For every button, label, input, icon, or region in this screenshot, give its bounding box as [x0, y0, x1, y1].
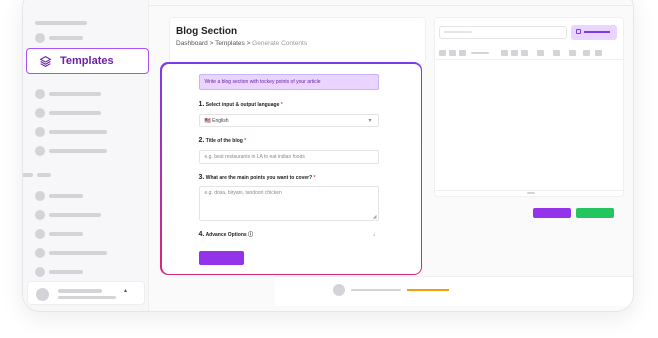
sidebar: Templates ▴ — [23, 0, 149, 311]
top-divider — [149, 5, 633, 6]
sidebar-icon — [35, 33, 45, 43]
user-email — [58, 296, 116, 299]
sidebar-item[interactable] — [49, 149, 107, 153]
sidebar-item-label: Templates — [60, 55, 114, 67]
blog-form: Write a blog section with tockey points … — [161, 63, 421, 274]
resize-handle[interactable] — [527, 192, 535, 194]
sidebar-item-templates[interactable]: Templates — [26, 48, 149, 74]
sidebar-icon — [35, 127, 45, 137]
caret-icon[interactable]: ▴ — [124, 287, 127, 294]
breadcrumb-separator: > — [246, 40, 251, 47]
toolbar-icon[interactable] — [459, 50, 466, 56]
toolbar-icon[interactable] — [511, 50, 518, 56]
question-title: 2. Title of the blog * — [199, 137, 247, 144]
toolbar-icon[interactable] — [537, 50, 544, 56]
sidebar-icon — [35, 146, 45, 156]
sidebar-item[interactable] — [49, 251, 107, 255]
generate-button[interactable] — [533, 208, 571, 218]
avatar — [36, 288, 49, 301]
page-title: Blog Section — [176, 26, 238, 37]
footer-track — [351, 289, 401, 291]
resize-grip-icon[interactable]: ◢ — [373, 214, 377, 220]
language-select[interactable]: 🇺🇸 English ▾ — [198, 113, 379, 127]
sidebar-item[interactable] — [49, 111, 101, 115]
breadcrumb-separator: > — [209, 40, 214, 47]
footer-bar — [275, 276, 633, 306]
sidebar-item[interactable] — [49, 92, 101, 96]
sidebar-item[interactable] — [49, 232, 83, 236]
sidebar-placeholder — [22, 21, 23, 25]
question-main-points: 3. What are the main points you want to … — [199, 174, 316, 181]
output-editor-panel — [434, 17, 624, 197]
question-number: 4. — [198, 230, 205, 238]
breadcrumb-templates[interactable]: Templates — [215, 40, 245, 47]
sidebar-icon — [35, 267, 45, 277]
sidebar-item[interactable] — [49, 130, 107, 134]
panel-divider — [435, 190, 623, 191]
breadcrumb: Dashboard > Templates > Generate Content… — [176, 40, 307, 47]
breadcrumb-generate-contents: Generate Contents — [252, 40, 308, 47]
sidebar-icon — [35, 108, 45, 118]
user-profile[interactable]: ▴ — [27, 281, 145, 305]
required-mark: * — [280, 101, 283, 108]
submit-button[interactable] — [198, 250, 244, 265]
question-label: Select input & output language — [205, 101, 280, 108]
footer-progress — [407, 289, 449, 291]
editor-toolbar — [435, 46, 623, 60]
breadcrumb-dashboard[interactable]: Dashboard — [176, 40, 208, 47]
toolbar-icon[interactable] — [569, 50, 576, 56]
layers-icon — [39, 55, 52, 67]
main-points-textarea[interactable]: e.g. dosa, biryani, tandoori chicken ◢ — [198, 185, 379, 221]
footer-avatar — [333, 284, 345, 296]
toolbar-icon[interactable] — [583, 50, 590, 56]
format-select[interactable] — [471, 52, 489, 54]
question-language: 1. Select input & output language * — [199, 101, 283, 108]
user-name — [58, 289, 102, 293]
expand-arrow-icon[interactable]: ↓ — [373, 232, 376, 238]
sidebar-divider — [23, 173, 33, 177]
blog-title-input[interactable]: e.g. best restaurants in LA to eat india… — [198, 149, 379, 164]
question-advance-options[interactable]: 4. Advance Options ⓘ — [199, 231, 254, 238]
sidebar-placeholder — [49, 36, 83, 40]
toolbar-icon[interactable] — [449, 50, 456, 56]
question-number: 1. — [198, 100, 205, 108]
question-label: Advance Options ⓘ — [205, 231, 254, 238]
required-mark: * — [313, 174, 316, 181]
chevron-down-icon: ▾ — [368, 117, 372, 124]
export-button[interactable] — [576, 208, 614, 218]
language-value: 🇺🇸 English — [204, 117, 229, 124]
toolbar-icon[interactable] — [595, 50, 602, 56]
document-name-input[interactable] — [439, 26, 567, 39]
sidebar-item[interactable] — [49, 270, 83, 274]
question-number: 3. — [198, 173, 205, 181]
blog-title-placeholder: e.g. best restaurants in LA to eat india… — [204, 153, 305, 160]
toolbar-icon[interactable] — [521, 50, 528, 56]
question-label: What are the main points you want to cov… — [205, 174, 313, 181]
main-points-placeholder: e.g. dosa, biryani, tandoori chicken — [204, 189, 282, 196]
toolbar-icon[interactable] — [553, 50, 560, 56]
sidebar-icon — [35, 229, 45, 239]
toolbar-icon[interactable] — [439, 50, 446, 56]
required-mark: * — [244, 137, 247, 144]
sidebar-icon — [35, 191, 45, 201]
sidebar-icon — [35, 248, 45, 258]
sidebar-item[interactable] — [49, 194, 83, 198]
sidebar-placeholder — [37, 173, 51, 177]
page-header: Blog Section Dashboard > Templates > Gen… — [169, 17, 426, 65]
form-hint: Write a blog section with tockey points … — [198, 73, 379, 90]
sidebar-icon — [35, 210, 45, 220]
question-number: 2. — [198, 136, 205, 144]
toolbar-icon[interactable] — [501, 50, 508, 56]
sidebar-item[interactable] — [49, 213, 101, 217]
sidebar-icon — [35, 89, 45, 99]
question-label: Title of the blog — [205, 137, 243, 144]
blog-form-card: Write a blog section with tockey points … — [160, 62, 422, 275]
sidebar-placeholder — [35, 21, 87, 25]
save-document-button[interactable] — [571, 25, 617, 40]
